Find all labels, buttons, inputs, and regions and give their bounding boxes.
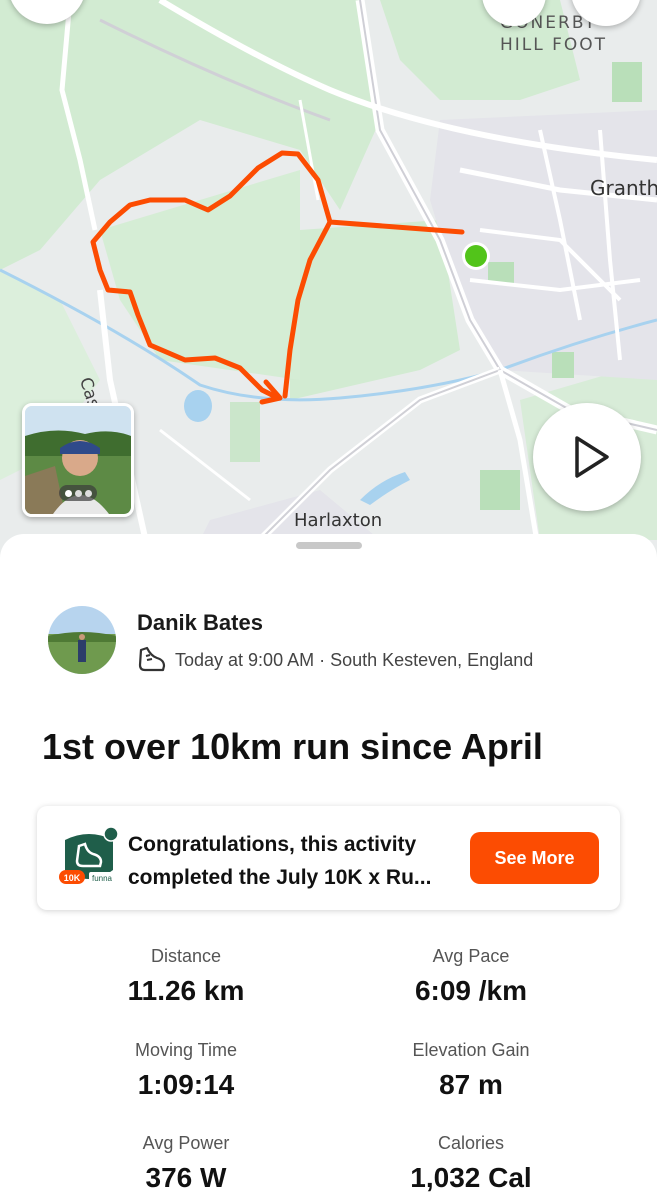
athlete-name[interactable]: Danik Bates [137,610,263,636]
see-more-button[interactable]: See More [470,832,599,884]
activity-sheet: Danik Bates Today at 9:00 AM · South Kes… [0,534,657,1200]
photo-thumbnail[interactable] [22,403,134,517]
stat-moving-time: Moving Time 1:09:14 [56,1040,316,1101]
stat-label: Calories [437,1133,505,1153]
stat-label: Avg Pace [432,946,510,966]
stat-value: 1:09:14 [137,1069,235,1100]
stat-label: Avg Power [142,1133,230,1153]
play-button[interactable] [533,403,641,511]
running-shoe-icon [138,646,166,672]
avatar[interactable] [48,606,116,674]
challenge-badge-icon: 10K funna [59,826,119,884]
stat-avg-power: Avg Power 376 W [56,1133,316,1194]
play-icon [575,436,609,478]
stat-value: 376 W [145,1162,227,1193]
stat-value: 87 m [439,1069,503,1100]
badge-brand: funna [92,874,113,883]
activity-meta-text: Today at 9:00 AM · South Kesteven, Engla… [175,649,534,670]
stat-value: 6:09 /km [414,975,528,1006]
stat-value: 11.26 km [127,975,245,1006]
avatar-image [48,606,116,674]
challenge-line2: completed the July 10K x Ru... [128,866,432,889]
map-label-village-south: Harlaxton [294,510,383,531]
map-label-town: Granth [590,176,657,200]
stat-avg-pace: Avg Pace 6:09 /km [341,946,601,1007]
badge-label: 10K [64,873,81,883]
stat-label: Elevation Gain [412,1040,530,1060]
challenge-line1: Congratulations, this activity [128,833,417,856]
stat-label: Distance [150,946,222,966]
activity-title: 1st over 10km run since April [42,726,543,767]
stat-elevation-gain: Elevation Gain 87 m [341,1040,601,1101]
route-map[interactable]: GONERBY HILL FOOT Granth Casthorpe Rd Ha… [0,0,657,560]
challenge-text: Congratulations, this activity completed… [128,828,468,894]
stat-calories: Calories 1,032 Cal [341,1133,601,1194]
photo-dots-icon [59,485,97,501]
stat-distance: Distance 11.26 km [56,946,316,1007]
stat-value: 1,032 Cal [410,1162,532,1193]
stat-label: Moving Time [134,1040,238,1060]
sheet-drag-handle[interactable] [296,542,362,549]
challenge-card[interactable]: 10K funna Congratulations, this activity… [37,806,620,910]
map-label-village-line2: HILL FOOT [500,35,608,55]
activity-meta: Today at 9:00 AM · South Kesteven, Engla… [137,646,533,674]
